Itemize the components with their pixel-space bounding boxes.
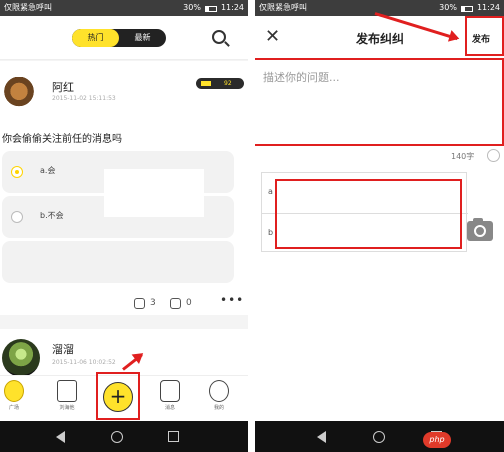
divider xyxy=(248,0,255,452)
home-icon[interactable] xyxy=(111,431,123,443)
tab-square[interactable]: 广场 xyxy=(0,380,32,411)
battery-percent: 30% xyxy=(183,3,201,12)
tab-profile[interactable]: 我的 xyxy=(201,380,237,411)
radio-icon[interactable] xyxy=(11,211,23,223)
highlight-box xyxy=(96,372,140,420)
char-counter: 140字 xyxy=(451,152,475,161)
battery-percent: 30% xyxy=(439,3,457,12)
feed-tabs: 热门 最新 xyxy=(72,29,166,47)
watermark-logo: php xyxy=(423,432,451,448)
tab-home[interactable]: 刘海他 xyxy=(49,380,85,411)
post-time: 2015-11-02 15:11:53 xyxy=(52,95,116,102)
highlight-box xyxy=(275,179,462,249)
tab-messages[interactable]: 消息 xyxy=(152,380,188,411)
option-tag: b xyxy=(268,228,274,237)
post-actions: 3 0 ••• xyxy=(0,293,248,313)
system-nav-bar xyxy=(255,421,504,452)
status-bar: 仅限紧急呼叫 30% 11:24 xyxy=(0,0,248,16)
empty-area xyxy=(255,256,504,421)
post-card: 阿红 2015-11-02 15:11:53 92 你会偷偷关注前任的消息吗 a… xyxy=(0,61,248,315)
poll-option-label: b.不会 xyxy=(40,211,64,220)
post-username[interactable]: 阿红 xyxy=(52,79,74,95)
post-time: 2015-11-06 10:02:52 xyxy=(52,359,116,366)
carrier-text: 仅限紧急呼叫 xyxy=(4,3,52,12)
top-nav: 热门 最新 xyxy=(0,16,248,60)
highlight-box xyxy=(255,58,504,146)
camera-icon[interactable] xyxy=(467,218,493,241)
back-icon[interactable] xyxy=(56,431,65,443)
recents-icon[interactable] xyxy=(168,431,179,442)
highlight-box xyxy=(465,16,504,56)
system-nav-bar xyxy=(0,421,248,452)
comment-count: 3 xyxy=(150,298,156,308)
close-icon[interactable]: ✕ xyxy=(265,28,280,46)
poll-question: 你会偷偷关注前任的消息吗 xyxy=(2,134,122,145)
battery-icon xyxy=(204,6,217,12)
clock: 11:24 xyxy=(220,3,244,12)
left-phone-screen: 仅限紧急呼叫 30% 11:24 热门 最新 阿红 2015-11-02 15:… xyxy=(0,0,248,452)
search-icon[interactable] xyxy=(212,30,226,44)
level-badge: 92 xyxy=(196,78,244,89)
avatar[interactable] xyxy=(2,77,36,109)
profile-icon xyxy=(209,380,229,402)
share-icon[interactable] xyxy=(170,298,181,309)
house-icon xyxy=(57,380,77,402)
poll-option-empty[interactable] xyxy=(2,241,234,283)
share-count: 0 xyxy=(186,298,192,308)
poll-option-label: a.会 xyxy=(40,166,56,175)
carrier-text: 仅限紧急呼叫 xyxy=(259,3,307,12)
page-title: 发布纠纠 xyxy=(356,32,405,46)
tab-latest[interactable]: 最新 xyxy=(119,29,166,47)
avatar[interactable] xyxy=(2,339,40,377)
home-icon[interactable] xyxy=(373,431,385,443)
back-icon[interactable] xyxy=(317,431,326,443)
square-icon xyxy=(4,380,24,402)
tab-hot[interactable]: 热门 xyxy=(72,29,119,47)
image-placeholder xyxy=(104,169,204,217)
more-icon[interactable]: ••• xyxy=(220,293,244,307)
battery-icon xyxy=(460,6,473,12)
post-username[interactable]: 溜溜 xyxy=(52,341,74,357)
clock: 11:24 xyxy=(476,3,500,12)
emoji-icon[interactable] xyxy=(487,149,500,162)
radio-icon[interactable] xyxy=(11,166,23,178)
battery-level-icon xyxy=(201,81,211,86)
option-tag: a xyxy=(268,187,273,196)
comment-icon[interactable] xyxy=(134,298,145,309)
right-phone-screen: 仅限紧急呼叫 30% 11:24 ✕ 发布纠纠 发布 描述你的问题... 140… xyxy=(255,0,504,452)
robot-icon xyxy=(160,380,180,402)
